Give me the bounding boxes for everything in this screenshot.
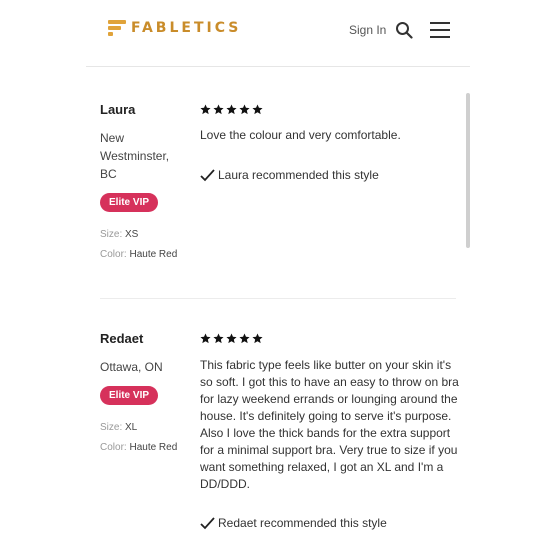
review-text: Love the colour and very comfortable. — [200, 128, 401, 142]
scrollbar[interactable] — [466, 93, 470, 248]
star-icon — [200, 104, 211, 115]
recommendation: Laura recommended this style — [200, 168, 379, 182]
reviewer-name: Laura — [100, 102, 136, 117]
reviewer-location: New Westminster, BC — [100, 131, 170, 181]
review-divider — [100, 298, 456, 299]
logo-text: FABLETICS — [131, 20, 242, 36]
fabletics-logo[interactable]: FABLETICS — [108, 20, 241, 36]
recommendation: Redaet recommended this style — [200, 516, 387, 530]
star-icon — [239, 333, 250, 344]
recommendation-text: Redaet recommended this style — [218, 516, 387, 530]
search-icon[interactable] — [395, 21, 413, 39]
elite-vip-badge: Elite VIP — [100, 386, 159, 405]
star-icon — [252, 333, 263, 344]
elite-vip-badge: Elite VIP — [100, 193, 159, 212]
color-attribute: Color: Haute Red — [100, 249, 178, 260]
star-icon — [213, 333, 224, 344]
star-icon — [252, 104, 263, 115]
checkmark-icon — [200, 516, 215, 529]
star-icon — [239, 104, 250, 115]
star-icon — [213, 104, 224, 115]
logo-icon — [108, 20, 126, 36]
review-card: Redaet Ottawa, ON Elite VIP Size: XL Col… — [100, 331, 459, 541]
recommendation-text: Laura recommended this style — [218, 168, 379, 182]
reviewer-name: Redaet — [100, 331, 144, 346]
review-text: This fabric type feels like butter on yo… — [200, 358, 459, 491]
hamburger-menu-icon[interactable] — [430, 22, 450, 40]
size-attribute: Size: XL — [100, 422, 138, 433]
star-rating — [200, 333, 263, 344]
star-icon — [226, 104, 237, 115]
star-icon — [226, 333, 237, 344]
site-header: FABLETICS Sign In — [86, 0, 470, 67]
star-icon — [200, 333, 211, 344]
review-card: Laura New Westminster, BC Elite VIP Size… — [100, 102, 456, 282]
checkmark-icon — [200, 168, 215, 181]
size-attribute: Size: XS — [100, 229, 139, 240]
sign-in-link[interactable]: Sign In — [349, 23, 386, 37]
reviewer-location: Ottawa, ON — [100, 360, 163, 374]
color-attribute: Color: Haute Red — [100, 442, 178, 453]
star-rating — [200, 104, 263, 115]
